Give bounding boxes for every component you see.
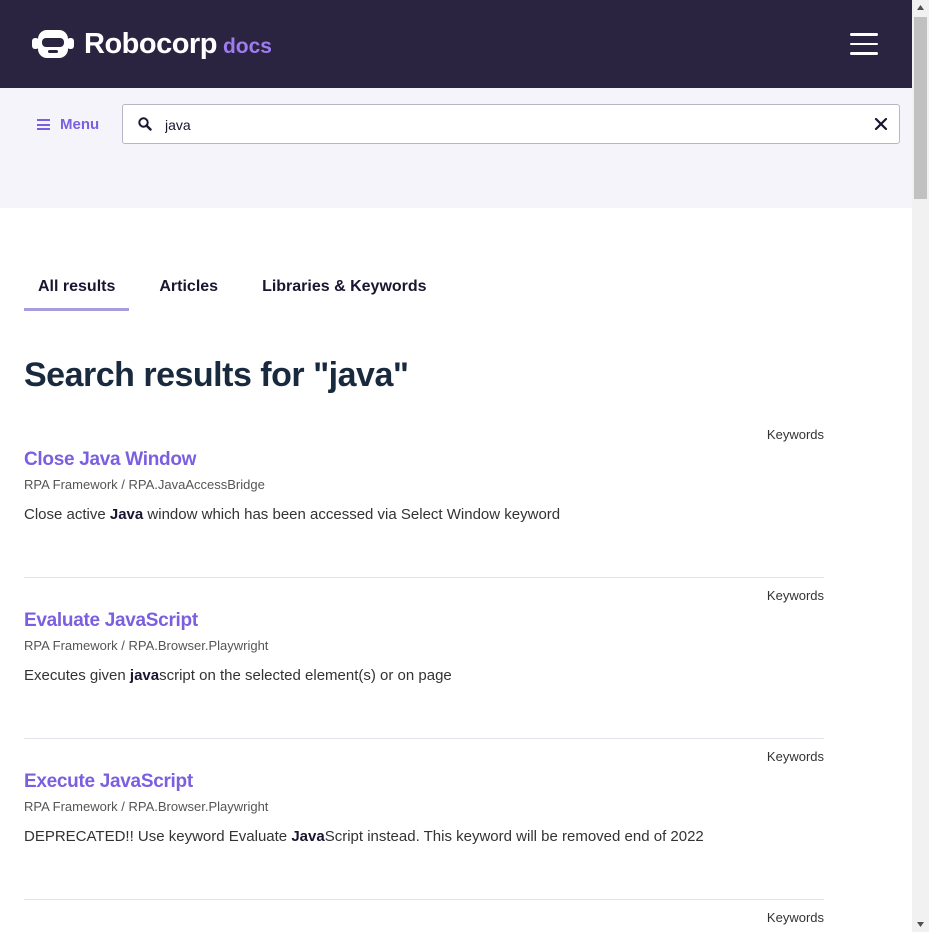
brand-suffix: docs [222,35,272,58]
search-result: Keywords Execute JavaScript RPA Framewor… [24,749,824,900]
search-result: Keywords Evaluate JavaScript RPA Framewo… [24,588,824,739]
result-path: RPA Framework / RPA.Browser.Playwright [24,799,269,814]
vertical-scrollbar[interactable] [912,0,929,932]
result-tabs: All results Articles Libraries & Keyword… [24,274,457,311]
result-type: Keywords [766,427,824,442]
tab-articles[interactable]: Articles [145,274,232,311]
result-type: Keywords [766,588,824,603]
menu-label: Menu [60,116,100,133]
result-type: Keywords [766,910,824,925]
tab-all-results[interactable]: All results [24,274,130,311]
result-title-link[interactable]: Close Java Window [24,449,196,471]
robot-head-icon [32,30,74,58]
menu-icon [37,119,50,130]
scrollbar-thumb[interactable] [914,17,927,199]
close-icon[interactable] [873,116,889,132]
search-result: Keywords [24,910,824,932]
result-path: RPA Framework / RPA.JavaAccessBridge [24,477,265,492]
tab-libraries-keywords[interactable]: Libraries & Keywords [248,274,441,311]
page-title: Search results for "java" [24,356,409,394]
result-description: Close active Java window which has been … [24,506,561,523]
result-title-link[interactable]: Execute JavaScript [24,771,193,793]
search-icon [138,117,152,131]
top-navbar: Robocorp docs [0,0,912,88]
search-box[interactable] [122,104,900,144]
search-input[interactable] [163,113,847,137]
search-result: Keywords Close Java Window RPA Framework… [24,427,824,578]
result-title-link[interactable]: Evaluate JavaScript [24,610,198,632]
scroll-down-arrow-icon[interactable] [912,915,929,932]
result-path: RPA Framework / RPA.Browser.Playwright [24,638,269,653]
result-type: Keywords [766,749,824,764]
result-description: DEPRECATED!! Use keyword Evaluate JavaSc… [24,828,704,845]
scroll-up-arrow-icon[interactable] [912,0,929,17]
robocorp-logo[interactable]: Robocorp docs [32,26,272,62]
brand-name: Robocorp [84,27,217,60]
hamburger-icon[interactable] [850,33,878,55]
result-description: Executes given javascript on the selecte… [24,667,452,684]
menu-button[interactable]: Menu [37,116,99,133]
